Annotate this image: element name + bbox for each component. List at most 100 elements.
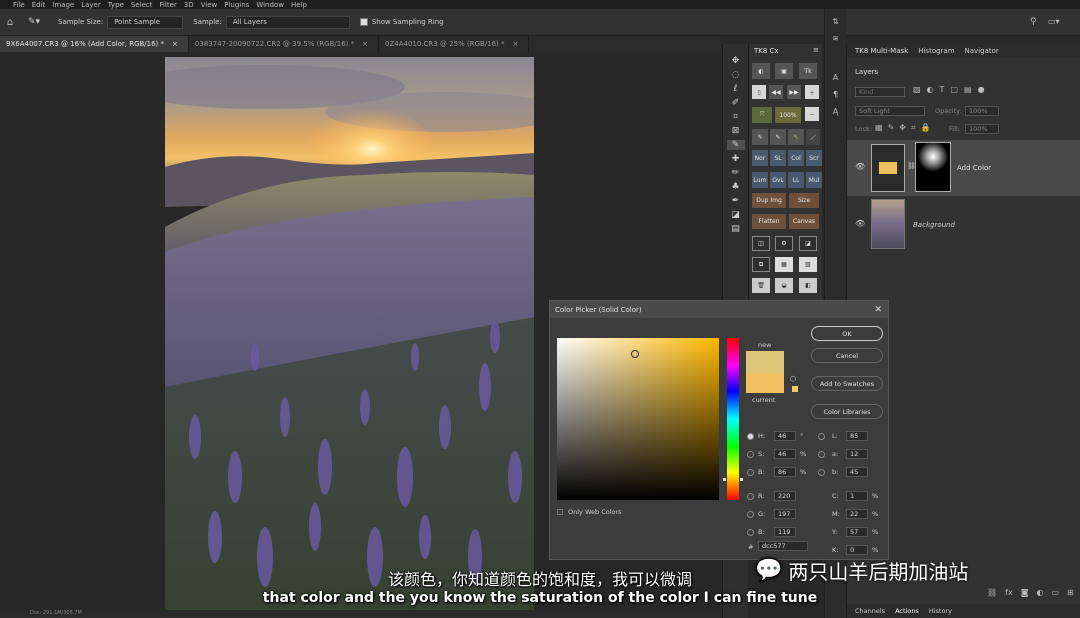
brush-green-icon[interactable]: ✎ [788,129,804,145]
reveal-icon[interactable]: ◧ [799,278,817,293]
menu-item-file[interactable]: File [13,1,25,9]
layer-filter-input[interactable]: Kind [855,87,905,97]
type-filter-icon[interactable]: T [940,85,945,94]
menu-item-view[interactable]: View [201,1,218,9]
brush-black-icon[interactable]: ✎ [752,129,768,145]
radio-lab-a[interactable] [818,451,825,458]
blend-button-col[interactable]: Col [788,150,804,166]
healing-tool-icon[interactable]: ✚ [732,154,740,164]
blend-mode-select[interactable]: Soft Light [855,106,925,116]
show-ring-checkbox[interactable] [359,18,368,26]
crop-tool-icon[interactable]: ⌗ [733,112,738,122]
brush-white-icon[interactable]: ✎ [770,129,786,145]
brush-gray-icon[interactable]: ／ [806,129,820,145]
blend-button-sl[interactable]: SL [770,150,786,166]
close-icon[interactable]: ✕ [874,305,882,315]
radio-g[interactable] [747,511,754,518]
tab-doc-2[interactable]: 0383747-20090722.CR2 @ 39.5% (RGB/16) * × [189,36,379,52]
trash-icon[interactable]: 🗑 [752,278,770,293]
radio-h[interactable] [747,433,754,440]
document-canvas-photo[interactable] [165,57,534,610]
radio-s[interactable] [747,451,754,458]
eyedropper-icon[interactable]: ✎ [726,140,745,150]
eye-icon[interactable]: 👁 [855,162,865,171]
tab-layers[interactable]: Layers [855,68,878,76]
field-k[interactable]: 0 [846,545,868,555]
size-button[interactable]: Size [789,193,819,208]
lock-paint-icon[interactable]: ✎ [888,123,895,133]
radio-lab-l[interactable] [818,433,825,440]
menu-item-filter[interactable]: Filter [159,1,176,9]
filter-toggle-icon[interactable]: ● [978,85,985,94]
eraser-tool-icon[interactable]: ◪ [731,210,740,220]
character-icon[interactable]: A [833,73,838,82]
menu-item-window[interactable]: Window [256,1,284,9]
gradient-tool-icon[interactable]: ▤ [731,224,740,234]
field-s[interactable]: 46 [774,449,796,459]
stamp-tool-icon[interactable]: ♣ [731,182,739,192]
plus-icon[interactable]: ＋ [805,85,819,99]
blend-button-scr[interactable]: Scr [806,150,822,166]
cancel-button[interactable]: Cancel [811,348,883,363]
hue-slider-handle[interactable] [723,478,743,481]
tab-histogram[interactable]: Histogram [918,47,954,58]
lock-artboard-icon[interactable]: ⌗ [911,123,916,133]
tab-doc-1[interactable]: 9X6A4007.CR3 @ 16% (Add Color, RGB/16) *… [0,36,189,52]
zoom-100-button[interactable]: 100% [775,107,801,123]
web-safe-swatch[interactable] [792,386,798,392]
color-libraries-button[interactable]: Color Libraries [811,404,883,419]
menu-item-edit[interactable]: Edit [32,1,46,9]
forward-icon[interactable]: ▶▶ [787,85,801,99]
blend-button-mul[interactable]: Mul [806,172,822,188]
minus-icon[interactable]: － [805,107,819,121]
search-icon[interactable]: ⚲ [1030,17,1037,27]
current-color-swatch[interactable] [746,373,784,393]
layer-mask-thumbnail[interactable] [915,142,951,192]
color-fill-thumbnail[interactable] [871,144,905,192]
add-to-swatches-button[interactable]: Add to Swatches [811,376,883,391]
sliders-icon[interactable]: ≋ [832,34,839,43]
field-r[interactable]: 220 [774,491,796,501]
menu-item-help[interactable]: Help [291,1,307,9]
color-picker-cursor[interactable] [631,350,639,358]
tab-doc-3[interactable]: 0Z4A4010.CR3 @ 25% (RGB/16) * × [379,36,530,52]
tab-navigator[interactable]: Navigator [965,47,999,58]
flatten-button[interactable]: Flatten [752,214,786,229]
cube-warning-icon[interactable]: ⬡ [790,375,796,383]
adjust-icon[interactable]: ⇅ [832,17,839,26]
paragraph-icon[interactable]: ¶ [833,90,838,99]
layer-row-background[interactable]: 👁 Background [847,197,1080,253]
ok-button[interactable]: OK [811,326,883,341]
frame-tool-icon[interactable]: ⊠ [732,126,740,136]
pixel-filter-icon[interactable]: ▨ [913,85,921,94]
smart-filter-icon[interactable]: ▤ [964,85,972,94]
radio-lab-b[interactable] [818,469,825,476]
menu-item-plugins[interactable]: Plugins [224,1,249,9]
field-m[interactable]: 22 [846,509,868,519]
tk8-icon-btn-4[interactable]: ▯ [752,85,766,99]
tk8-icon-btn-1[interactable]: ◐ [752,63,770,79]
tk8-icon-btn-2[interactable]: ▣ [775,63,793,79]
canvas-button[interactable]: Canvas [789,214,819,229]
blend-button-ll[interactable]: LL [788,172,804,188]
panel-menu-icon[interactable]: ≡ [813,46,819,54]
move-tool-icon[interactable]: ✥ [732,56,740,66]
blend-button-ovl[interactable]: OvL [770,172,786,188]
field-h[interactable]: 46 [774,431,796,441]
menu-item-layer[interactable]: Layer [81,1,101,9]
marquee-tool-icon[interactable]: ◌ [732,70,740,80]
dup-img-button[interactable]: Dup Img [752,193,786,208]
layer-mask-icon[interactable]: ◫ [752,236,770,251]
lock-all-icon[interactable]: 🔒 [920,123,930,133]
copy-icon[interactable]: ▦ [775,257,793,272]
eye-icon[interactable]: 👁 [855,219,865,228]
blend-button-nor[interactable]: Nor [752,150,768,166]
field-g[interactable]: 197 [774,509,796,519]
field-a[interactable]: 12 [846,449,868,459]
tk8-icon-btn-3[interactable]: Tk [799,63,817,79]
field-c[interactable]: 1 [846,491,868,501]
toggle-icon[interactable]: ◒ [775,278,793,293]
tab-multi-mask[interactable]: TK8 Multi-Mask [855,47,908,58]
brush-tool-icon[interactable]: ✏ [732,168,740,178]
field-bl[interactable]: 119 [774,527,796,537]
